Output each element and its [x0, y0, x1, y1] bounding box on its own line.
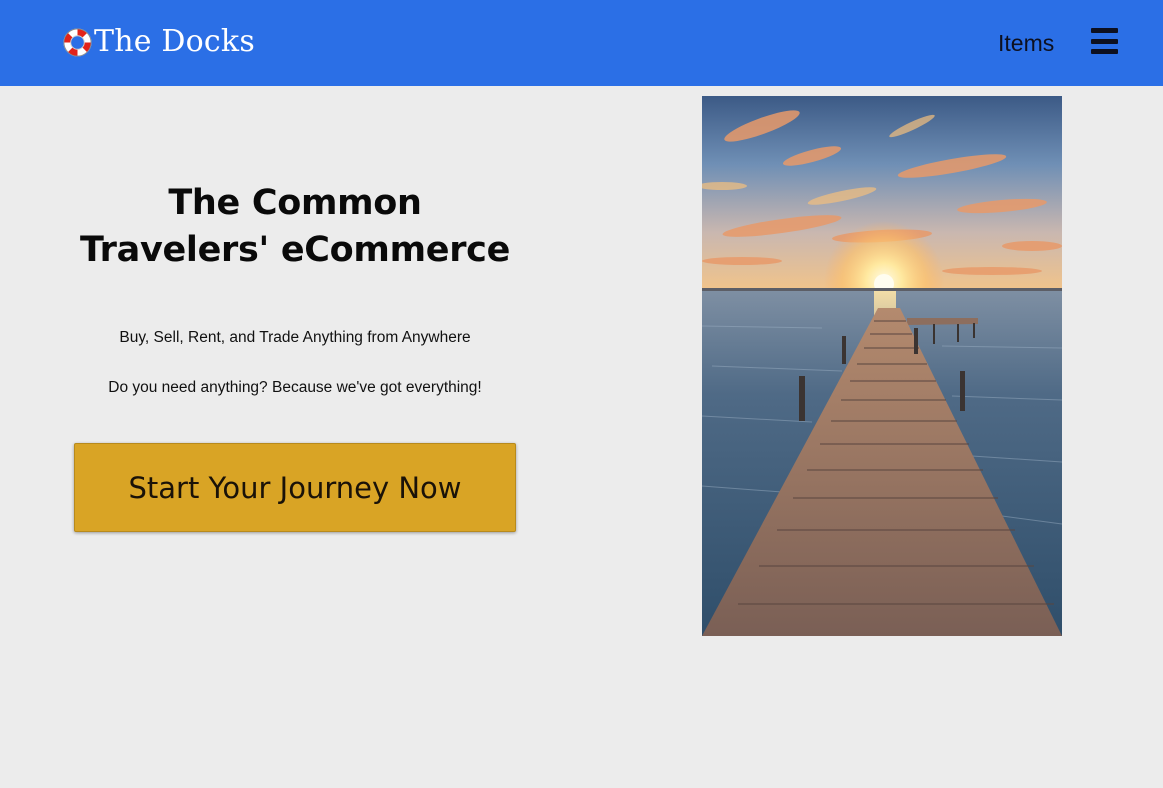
sunset-dock-photo — [702, 96, 1062, 636]
hamburger-menu-icon[interactable] — [1091, 28, 1118, 54]
hero-tagline-2: Do you need anything? Because we've got … — [108, 379, 482, 396]
hero-section: The Common Travelers' eCommerce Buy, Sel… — [74, 180, 516, 532]
nav-link-items[interactable]: Items — [998, 27, 1054, 59]
hamburger-bar — [1091, 49, 1118, 54]
sunset-dock-illustration — [702, 96, 1062, 636]
hero-tagline-1: Buy, Sell, Rent, and Trade Anything from… — [119, 329, 471, 346]
brand-name: The Docks — [94, 24, 255, 59]
hamburger-bar — [1091, 28, 1118, 33]
navbar: The Docks Items — [0, 0, 1163, 86]
hamburger-bar — [1091, 38, 1118, 44]
hero-title: The Common Travelers' eCommerce — [79, 183, 511, 270]
start-journey-button[interactable]: Start Your Journey Now — [74, 443, 516, 532]
lifebuoy-icon — [63, 27, 92, 57]
brand-link[interactable]: The Docks — [62, 22, 255, 62]
